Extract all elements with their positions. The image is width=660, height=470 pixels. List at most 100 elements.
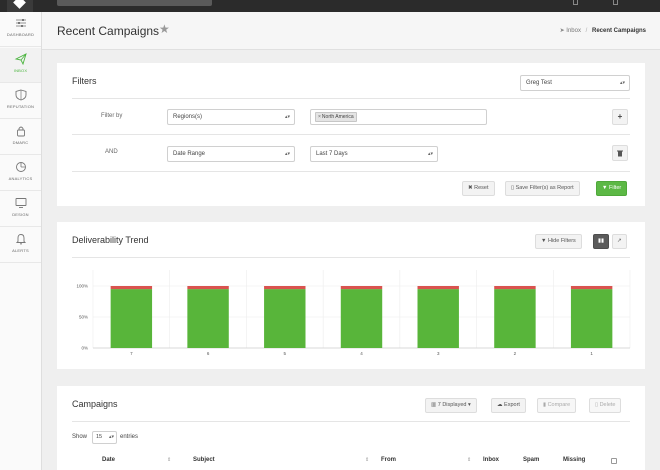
filter-by-label: Filter by (101, 113, 123, 119)
filter-label: Filter (608, 185, 622, 191)
divider (72, 171, 630, 172)
bar-segment-inbox (187, 289, 229, 348)
x-tick-label: 1 (590, 351, 593, 356)
bar-segment-spam (264, 286, 306, 290)
notification-icon[interactable] (573, 0, 578, 5)
displayed-label: 7 Displayed (437, 402, 467, 408)
save-filter-label: Save Filter(s) as Report (515, 185, 574, 191)
lock-icon (16, 126, 25, 137)
tag-remove-icon[interactable]: × (318, 114, 321, 120)
send-icon: ➤ (559, 28, 565, 34)
column-missing[interactable]: Missing (563, 457, 585, 463)
divider (72, 421, 630, 422)
divider (72, 134, 630, 135)
sidebar-item-reputation[interactable]: REPUTATION (0, 84, 41, 119)
x-tick-label: 4 (360, 351, 363, 356)
sidebar-item-analytics[interactable]: ANALYTICS (0, 156, 41, 191)
monitor-icon (15, 198, 26, 208)
sidebar-item-dashboard[interactable]: DASHBOARD (0, 12, 41, 47)
bar-segment-spam (340, 286, 383, 290)
sidebar-item-alerts[interactable]: ALERTS (0, 228, 41, 263)
bar-segment-inbox (110, 289, 153, 348)
x-tick-label: 7 (130, 351, 133, 356)
sidebar-item-label: DMARC (12, 140, 29, 145)
filters-panel: Filters Greg Test ▴▾ Filter by Regions(s)… (57, 63, 645, 206)
columns-icon: ▥ (431, 402, 437, 408)
x-tick-label: 2 (514, 351, 517, 356)
plus-icon: + (617, 112, 623, 121)
page-size-select[interactable]: 15 ▴▾ (92, 431, 117, 444)
sort-icon[interactable]: ⇕ (467, 457, 471, 463)
sidebar: DASHBOARD INBOX REPUTATION DMARC ANALYTI… (0, 12, 42, 470)
remove-filter-button[interactable] (612, 145, 628, 161)
bar-segment-spam (494, 286, 536, 290)
region-tags-input[interactable]: ×North America (310, 109, 487, 125)
sidebar-item-label: ALERTS (12, 248, 29, 253)
export-label: Export (504, 402, 520, 408)
x-tick-label: 5 (284, 351, 287, 356)
filters-title: Filters (72, 76, 97, 86)
chevron-updown-icon: ▴▾ (284, 151, 290, 157)
sidebar-item-label: REPUTATION (6, 104, 35, 109)
column-inbox[interactable]: Inbox (483, 457, 499, 463)
select-all-checkbox[interactable] (611, 458, 617, 464)
sidebar-item-label: DASHBOARD (6, 32, 35, 37)
page-header: Recent Campaigns ★ ➤ Inbox / Recent Camp… (42, 12, 660, 50)
column-date[interactable]: Date (102, 457, 115, 463)
account-select[interactable]: Greg Test ▴▾ (520, 75, 630, 91)
sidebar-item-dmarc[interactable]: DMARC (0, 120, 41, 155)
sort-icon[interactable]: ⇕ (365, 457, 369, 463)
sliders-icon (15, 19, 26, 27)
compare-label: Compare (547, 402, 571, 408)
compare-button[interactable]: ▮ Compare (537, 398, 577, 413)
breadcrumb-current: Recent Campaigns (591, 28, 646, 34)
bar-segment-inbox (340, 289, 383, 348)
campaigns-panel: Campaigns ▥ 7 Displayed ▾ ☁ Export ▮ Com… (57, 386, 645, 470)
user-icon[interactable] (613, 0, 618, 5)
date-range-field-select[interactable]: Date Range ▴▾ (167, 146, 295, 162)
delete-button[interactable]: ▯ Delete (589, 398, 622, 413)
add-filter-button[interactable]: + (612, 109, 628, 125)
bell-icon (15, 234, 26, 245)
star-icon[interactable]: ★ (159, 22, 170, 36)
displayed-columns-button[interactable]: ▥ 7 Displayed ▾ (425, 398, 477, 413)
page-title: Recent Campaigns (57, 24, 160, 38)
save-filter-report-button[interactable]: ▯ Save Filter(s) as Report (505, 181, 580, 196)
reset-button[interactable]: ✖ Reset (462, 181, 495, 196)
column-spam[interactable]: Spam (523, 457, 539, 463)
filter-field-select[interactable]: Regions(s) ▴▾ (167, 109, 295, 125)
search-input[interactable] (57, 0, 212, 6)
cloud-download-icon: ☁ (497, 402, 503, 408)
top-bar (0, 0, 660, 12)
y-tick-label: 0% (81, 346, 88, 351)
date-range-value: Last 7 Days (316, 151, 348, 157)
column-from[interactable]: From (381, 457, 396, 463)
x-tick-label: 6 (207, 351, 210, 356)
x-tick-label: 3 (437, 351, 440, 356)
date-range-field-value: Date Range (173, 151, 206, 157)
bar-segment-inbox (494, 289, 536, 348)
sidebar-item-design[interactable]: DESIGN (0, 192, 41, 227)
reset-label: Reset (474, 185, 489, 191)
deliverability-chart: 100% 50% 0% 7 6 5 4 3 2 1 (76, 270, 631, 356)
pie-chart-icon (15, 162, 26, 172)
bar-segment-spam (570, 286, 613, 290)
paper-plane-icon (14, 53, 27, 65)
sidebar-item-label: INBOX (13, 68, 28, 73)
and-label: AND (105, 149, 118, 155)
compare-icon: ▮ (543, 402, 547, 408)
date-range-select[interactable]: Last 7 Days ▴▾ (310, 146, 438, 162)
trend-panel: Deliverability Trend ▼ Hide Filters ▮▮ ↗… (57, 222, 645, 369)
filter-button[interactable]: ▼ Filter (596, 181, 628, 196)
column-subject[interactable]: Subject (193, 457, 215, 463)
entries-label: entries (120, 434, 139, 440)
chevron-updown-icon: ▴▾ (284, 114, 290, 120)
sort-icon[interactable]: ⇕ (167, 457, 171, 463)
show-label: Show (72, 434, 88, 440)
sidebar-item-inbox[interactable]: INBOX (0, 48, 41, 83)
breadcrumb-inbox[interactable]: Inbox (566, 28, 581, 34)
page-size-value: 15 (96, 434, 103, 440)
export-button[interactable]: ☁ Export (491, 398, 526, 413)
bookmark-icon: ▯ (511, 185, 515, 191)
logo[interactable] (7, 0, 33, 12)
